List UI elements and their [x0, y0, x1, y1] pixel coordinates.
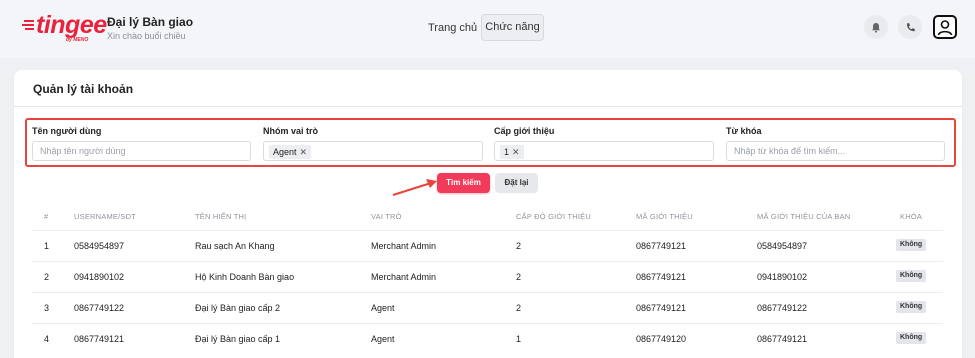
call-button[interactable]	[898, 15, 922, 39]
cell-referral-level: 2	[516, 272, 522, 282]
level-tag-label: 1	[504, 147, 510, 157]
cell-index: 4	[44, 334, 50, 344]
keyword-placeholder: Nhập từ khóa để tìm kiếm...	[734, 146, 846, 156]
col-header-your-referral-code: MÃ GIỚI THIỆU CỦA BẠN	[757, 212, 851, 221]
lock-status-badge: Không	[896, 239, 927, 251]
cell-referral-level: 2	[516, 303, 522, 313]
cell-username: 0867749122	[74, 303, 125, 313]
logo-wordmark: tingee	[36, 11, 107, 39]
nav-home[interactable]: Trang chủ	[420, 16, 485, 40]
cell-your-referral-code: 0941890102	[757, 272, 808, 282]
cell-your-referral-code: 0867749121	[757, 334, 808, 344]
lock-status-badge: Không	[896, 301, 927, 313]
speed-lines-icon	[22, 20, 34, 30]
cell-role: Agent	[371, 303, 395, 313]
cell-display-name: Hộ Kinh Doanh Bàn giao	[195, 272, 295, 282]
cell-display-name: Rau sạch An Khang	[195, 241, 275, 251]
top-bar: tingee by MENO Đại lý Bàn giao Xin chào …	[0, 0, 975, 58]
table-row[interactable]: 3 0867749122 Đại lý Bàn giao cấp 2 Agent…	[32, 292, 943, 323]
cell-username: 0941890102	[74, 272, 125, 282]
role-select[interactable]: Agent ✕	[263, 141, 483, 161]
lock-status-badge: Không	[896, 270, 927, 282]
lock-status-badge: Không	[896, 332, 927, 344]
annotation-arrow-icon	[392, 179, 437, 197]
keyword-label: Từ khóa	[726, 126, 762, 136]
cell-display-name: Đại lý Bàn giao cấp 1	[195, 334, 281, 344]
role-label: Nhóm vai trò	[263, 126, 319, 136]
remove-tag-icon[interactable]: ✕	[300, 145, 308, 159]
table-row[interactable]: 4 0867749121 Đại lý Bàn giao cấp 1 Agent…	[32, 323, 943, 354]
cell-role: Merchant Admin	[371, 272, 437, 282]
username-input[interactable]: Nhập tên người dùng	[32, 141, 251, 161]
level-label: Cấp giới thiệu	[494, 126, 555, 136]
col-header-display-name: TÊN HIỂN THỊ	[195, 212, 247, 221]
username-label: Tên người dùng	[32, 126, 102, 136]
role-tag: Agent ✕	[269, 145, 312, 159]
cell-index: 3	[44, 303, 50, 313]
cell-referral-level: 1	[516, 334, 522, 344]
filter-panel: Tên người dùng Nhập tên người dùng Nhóm …	[25, 118, 956, 167]
nav-functions[interactable]: Chức năng	[481, 14, 544, 41]
col-header-lock: KHÓA	[900, 212, 923, 221]
divider	[14, 106, 962, 107]
col-header-username: USERNAME/SDT	[74, 212, 136, 221]
cell-referral-code: 0867749121	[636, 303, 687, 313]
notification-button[interactable]	[864, 15, 888, 39]
tingee-logo[interactable]: tingee by MENO	[22, 10, 107, 44]
cell-your-referral-code: 0867749122	[757, 303, 808, 313]
account-name: Đại lý Bàn giao	[107, 15, 194, 29]
cell-role: Agent	[371, 334, 395, 344]
search-button[interactable]: Tìm kiếm	[437, 173, 490, 193]
reset-button[interactable]: Đặt lại	[495, 173, 538, 193]
user-avatar-icon[interactable]	[933, 15, 957, 39]
greeting-text: Xin chào buổi chiều	[107, 31, 186, 41]
logo-subtext: by MENO	[66, 37, 89, 43]
keyword-input[interactable]: Nhập từ khóa để tìm kiếm...	[726, 141, 945, 161]
cell-index: 2	[44, 272, 50, 282]
cell-referral-code: 0867749121	[636, 272, 687, 282]
col-header-referral-level: CẤP ĐỘ GIỚI THIỆU	[516, 212, 591, 221]
phone-icon	[906, 22, 915, 31]
cell-your-referral-code: 0584954897	[757, 241, 808, 251]
cell-referral-level: 2	[516, 241, 522, 251]
table-row[interactable]: 2 0941890102 Hộ Kinh Doanh Bàn giao Merc…	[32, 261, 943, 292]
col-header-role: VAI TRÒ	[371, 212, 402, 221]
cell-role: Merchant Admin	[371, 241, 437, 251]
remove-tag-icon[interactable]: ✕	[512, 145, 520, 159]
cell-index: 1	[44, 241, 50, 251]
cell-referral-code: 0867749121	[636, 241, 687, 251]
bell-icon	[872, 22, 880, 33]
col-header-index: #	[44, 212, 49, 221]
cell-username: 0584954897	[74, 241, 125, 251]
col-header-referral-code: MÃ GIỚI THIỆU	[636, 212, 693, 221]
page-title: Quản lý tài khoản	[33, 82, 134, 96]
level-tag: 1 ✕	[500, 145, 524, 159]
table-row[interactable]: 1 0584954897 Rau sạch An Khang Merchant …	[32, 230, 943, 261]
role-tag-label: Agent	[273, 147, 297, 157]
cell-username: 0867749121	[74, 334, 125, 344]
account-management-card: Quản lý tài khoản Tên người dùng Nhập tê…	[14, 70, 962, 358]
cell-referral-code: 0867749120	[636, 334, 687, 344]
username-placeholder: Nhập tên người dùng	[40, 146, 126, 156]
level-select[interactable]: 1 ✕	[494, 141, 714, 161]
cell-display-name: Đại lý Bàn giao cấp 2	[195, 303, 281, 313]
